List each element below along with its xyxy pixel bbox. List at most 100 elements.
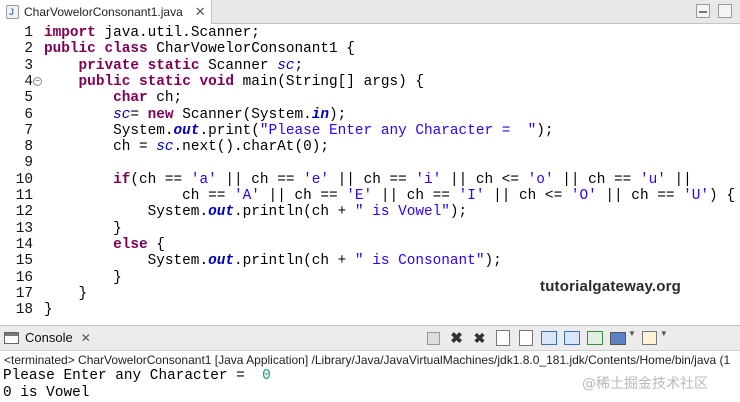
code-text: sc= new Scanner(System.in); [44,107,346,123]
code-text: } [44,221,122,237]
code-token: ); [536,122,554,139]
code-token: .println(ch + [234,253,355,270]
close-icon[interactable]: ✕ [195,4,206,20]
chevron-down-icon[interactable]: ▼ [628,329,636,347]
show-on-stdout-icon[interactable] [539,329,558,347]
code-token: public [78,73,131,90]
code-text: System.out.println(ch + " is Vowel"); [44,204,468,221]
line-number: 7 [24,122,33,139]
code-line: 10 if(ch == 'a' || ch == 'e' || ch == 'i… [0,172,740,188]
code-token: Scanner(System. [173,106,312,123]
code-line: 14 else { [0,237,740,253]
minimize-icon[interactable] [696,4,710,18]
code-text: ch == 'A' || ch == 'E' || ch == 'I' || c… [44,188,735,204]
code-token: { [147,236,165,253]
open-console-icon[interactable] [640,329,659,347]
line-number: 18 [15,302,33,319]
code-token: System. [44,122,174,139]
code-token: System. [44,204,209,221]
console-prompt: Please Enter any Character = [3,368,263,384]
code-token: .println(ch + [234,204,355,221]
code-token: (ch == [130,171,191,188]
code-token: || ch == [259,188,347,204]
code-token: 'E' [346,188,373,204]
code-token: else [113,236,148,253]
code-line: 13 } [0,221,740,237]
code-token: = [130,106,148,123]
word-wrap-icon[interactable] [516,329,535,347]
site-watermark: @稀土掘金技术社区 [582,376,708,392]
code-line: 6 sc= new Scanner(System.in); [0,107,740,123]
line-number: 17 [15,285,33,302]
terminate-icon[interactable] [424,329,443,347]
scroll-lock-icon[interactable] [493,329,512,347]
code-token: static [147,57,200,74]
code-text: } [44,286,88,302]
editor-tab[interactable]: J CharVowelorConsonant1.java ✕ [0,0,212,24]
line-number: 5 [24,90,33,107]
console-user-input: 0 [262,368,271,384]
code-token: ); [449,204,468,221]
console-tab[interactable]: Console ✕ [4,330,91,345]
code-text: if(ch == 'a' || ch == 'e' || ch == 'i' |… [44,172,692,188]
code-line: 7 System.out.print("Please Enter any Cha… [0,123,740,139]
code-token: main(String[] args) { [234,73,425,90]
code-token: ) { [709,188,735,204]
code-text: import java.util.Scanner; [44,25,260,41]
close-icon[interactable]: ✕ [81,331,91,345]
code-token: ch = [44,139,157,156]
code-token: out [173,122,200,139]
pin-console-icon[interactable] [585,329,604,347]
code-line: 15 System.out.println(ch + " is Consonan… [0,253,740,269]
display-console-icon[interactable] [608,329,627,347]
console-header: Console ✕ ✖ ✖ ▼ ▼ [0,325,740,351]
remove-all-terminated-icon[interactable]: ✖ [470,329,489,347]
code-token: } [44,220,122,237]
code-token: || ch == [596,188,684,204]
code-line: 11 ch == 'A' || ch == 'E' || ch == 'I' |… [0,188,740,204]
code-token: 'e' [303,171,330,188]
code-token: 'U' [683,188,710,204]
code-line: 8 ch = sc.next().charAt(0); [0,139,740,155]
line-number: 16 [15,269,33,286]
code-editor[interactable]: 1 import java.util.Scanner; 2 public class … [0,24,740,324]
console-toolbar: ✖ ✖ ▼ ▼ [424,329,668,347]
code-token: ch; [147,90,183,107]
code-token: || ch == [372,188,459,204]
code-text: System.out.print("Please Enter any Chara… [44,122,554,139]
code-token: ); [484,253,502,270]
editor-tab-bar: J CharVowelorConsonant1.java ✕ [0,0,740,24]
code-token: Scanner [199,57,278,74]
code-line: 5 char ch; [0,90,740,106]
fold-collapse-icon[interactable]: − [33,76,42,86]
maximize-icon[interactable] [718,4,732,18]
code-token: " is Consonant" [354,253,485,270]
code-token: 'a' [190,171,217,188]
code-token: class [104,41,148,58]
show-on-stderr-icon[interactable] [562,329,581,347]
code-token: in [311,106,330,123]
line-number: 13 [15,220,33,237]
console-output[interactable]: Please Enter any Character = 0 0 is Vowe… [3,368,271,401]
code-token: || ch <= [484,188,571,204]
code-text: } [44,302,53,318]
chevron-down-icon[interactable]: ▼ [660,329,668,347]
code-token: new [147,106,174,123]
console-result: 0 is Vowel [3,384,90,401]
code-token: } [44,302,53,319]
watermark: tutorialgateway.org [540,278,682,295]
remove-launch-icon[interactable]: ✖ [447,329,466,347]
code-token: System. [44,253,209,270]
code-line: 3 private static Scanner sc; [0,58,740,74]
code-token: || ch <= [441,171,528,188]
code-text: System.out.println(ch + " is Consonant")… [44,253,502,269]
code-token: out [208,204,235,221]
code-token: 'o' [527,171,554,188]
code-token: public [44,41,96,58]
